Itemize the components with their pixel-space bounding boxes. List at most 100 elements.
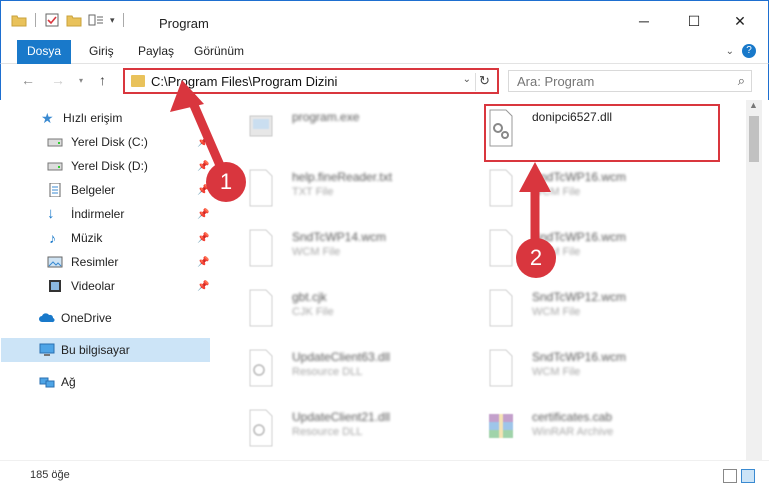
tab-paylas[interactable]: Paylaş	[138, 44, 174, 58]
nav-item-quick-access[interactable]: ★ Hızlı erişim	[1, 106, 210, 130]
nav-item-music[interactable]: ♪ Müzik 📌	[1, 226, 210, 250]
nav-item-this-pc[interactable]: Bu bilgisayar	[1, 338, 210, 362]
window-title: Program	[159, 16, 209, 31]
new-folder-icon[interactable]	[66, 13, 82, 27]
nav-item-drive-d[interactable]: Yerel Disk (D:) 📌	[1, 154, 210, 178]
step-2-badge: 2	[516, 238, 556, 278]
network-icon	[39, 377, 55, 388]
item-count: 185 öğe	[30, 469, 70, 481]
file-type: WCM File	[532, 306, 581, 318]
file-name: SndTcWP14.wcm	[292, 230, 387, 244]
file-item[interactable]: SndTcWP14.wcm WCM File	[246, 224, 466, 278]
file-type: Resource DLL	[292, 426, 363, 438]
file-item[interactable]: program.exe	[246, 104, 466, 158]
file-type: WCM File	[532, 366, 581, 378]
nav-item-onedrive[interactable]: OneDrive	[1, 306, 210, 330]
file-item[interactable]: gbt.cjk CJK File	[246, 284, 466, 338]
forward-arrow-icon[interactable]: →	[51, 72, 65, 88]
nav-item-label: İndirmeler	[71, 207, 125, 221]
toolbar-separator	[122, 13, 124, 27]
file-name: SndTcWP16.wcm	[532, 170, 627, 184]
pin-icon[interactable]: 📌	[197, 209, 209, 220]
qa-dropdown-icon[interactable]: ▾	[110, 15, 115, 26]
file-name: SndTcWP16.wcm	[532, 350, 627, 364]
computer-icon	[39, 343, 55, 356]
pin-icon[interactable]: 📌	[197, 137, 209, 148]
file-icon	[489, 229, 513, 267]
cloud-icon	[39, 313, 55, 323]
nav-item-label: Videolar	[71, 279, 115, 293]
close-button[interactable]: ✕	[730, 11, 750, 31]
pin-icon[interactable]: 📌	[197, 281, 209, 292]
details-view-icon[interactable]	[723, 469, 737, 483]
pin-icon[interactable]: 📌	[197, 257, 209, 268]
file-name: UpdateClient21.dll	[292, 410, 391, 424]
back-arrow-icon[interactable]: ←	[21, 72, 35, 88]
music-icon: ♪	[49, 230, 56, 246]
documents-icon	[49, 183, 61, 197]
file-name: program.exe	[292, 110, 360, 124]
step-1-badge: 1	[206, 162, 246, 202]
file-item[interactable]: SndTcWP16.wcm WCM File	[486, 164, 706, 218]
scroll-thumb[interactable]	[749, 116, 759, 162]
ribbon-controls: ⌄ ?	[726, 44, 756, 58]
file-icon	[249, 289, 273, 327]
file-item[interactable]: UpdateClient21.dll Resource DLL	[246, 404, 466, 458]
folder-icon[interactable]	[11, 13, 27, 27]
pin-icon[interactable]: 📌	[197, 233, 209, 244]
pictures-icon	[47, 256, 63, 268]
search-icon[interactable]: ⌕	[738, 73, 745, 89]
title-bar: ▾ Program ─ ☐ ✕	[0, 0, 769, 40]
dll-gear-icon	[249, 349, 273, 387]
refresh-icon[interactable]: ↻	[475, 73, 493, 91]
help-icon[interactable]: ?	[742, 44, 756, 58]
minimize-button[interactable]: ─	[634, 11, 654, 31]
file-icon	[249, 229, 273, 267]
maximize-button[interactable]: ☐	[684, 11, 704, 31]
address-bar[interactable]: C:\Program Files\Program Dizini ⌄ ↻	[123, 68, 499, 94]
file-item[interactable]: help.fineReader.txt TXT File	[246, 164, 466, 218]
file-item[interactable]: SndTcWP16.wcm WCM File	[486, 344, 706, 398]
vertical-scrollbar[interactable]: ▲	[746, 100, 762, 460]
search-box[interactable]: ⌕	[508, 70, 752, 92]
chevron-down-icon[interactable]: ⌄	[726, 46, 734, 57]
up-arrow-icon[interactable]: ↑	[99, 72, 106, 88]
nav-item-pictures[interactable]: Resimler 📌	[1, 250, 210, 274]
tab-giris[interactable]: Giriş	[89, 44, 114, 58]
nav-item-network[interactable]: Ağ	[1, 370, 210, 394]
folder-icon	[131, 75, 145, 87]
videos-icon	[49, 280, 61, 292]
file-item[interactable]: UpdateClient63.dll Resource DLL	[246, 344, 466, 398]
customize-toolbar-icon[interactable]	[88, 13, 104, 27]
exe-icon	[249, 115, 273, 137]
nav-item-label: Ağ	[61, 375, 76, 389]
file-name: help.fineReader.txt	[292, 170, 393, 184]
pin-icon[interactable]: 📌	[197, 161, 209, 172]
drive-icon	[47, 138, 63, 147]
star-icon: ★	[41, 110, 54, 126]
file-item[interactable]: SndTcWP12.wcm WCM File	[486, 284, 706, 338]
file-type: WCM File	[292, 246, 341, 258]
recent-locations-icon[interactable]: ▾	[79, 76, 83, 85]
address-path[interactable]: C:\Program Files\Program Dizini	[151, 74, 337, 89]
tab-dosya[interactable]: Dosya	[17, 40, 71, 64]
file-name: certificates.cab	[532, 410, 613, 424]
nav-item-documents[interactable]: Belgeler 📌	[1, 178, 210, 202]
search-input[interactable]	[509, 71, 709, 91]
nav-item-downloads[interactable]: ↓ İndirmeler 📌	[1, 202, 210, 226]
status-bar: 185 öğe	[0, 460, 769, 503]
large-icons-view-icon[interactable]	[741, 469, 755, 483]
scroll-up-icon[interactable]: ▲	[749, 100, 758, 110]
file-icon	[489, 289, 513, 327]
file-type: TXT File	[292, 186, 334, 198]
properties-check-icon[interactable]	[44, 13, 60, 27]
nav-item-drive-c[interactable]: Yerel Disk (C:) 📌	[1, 130, 210, 154]
file-icon	[489, 349, 513, 387]
nav-item-videos[interactable]: Videolar 📌	[1, 274, 210, 298]
tab-gorunum[interactable]: Görünüm	[194, 44, 244, 58]
drive-icon	[47, 162, 63, 171]
file-type: CJK File	[292, 306, 334, 318]
file-item[interactable]: certificates.cab WinRAR Archive	[486, 404, 706, 458]
chevron-down-icon[interactable]: ⌄	[463, 74, 471, 85]
nav-item-label: Belgeler	[71, 183, 116, 197]
